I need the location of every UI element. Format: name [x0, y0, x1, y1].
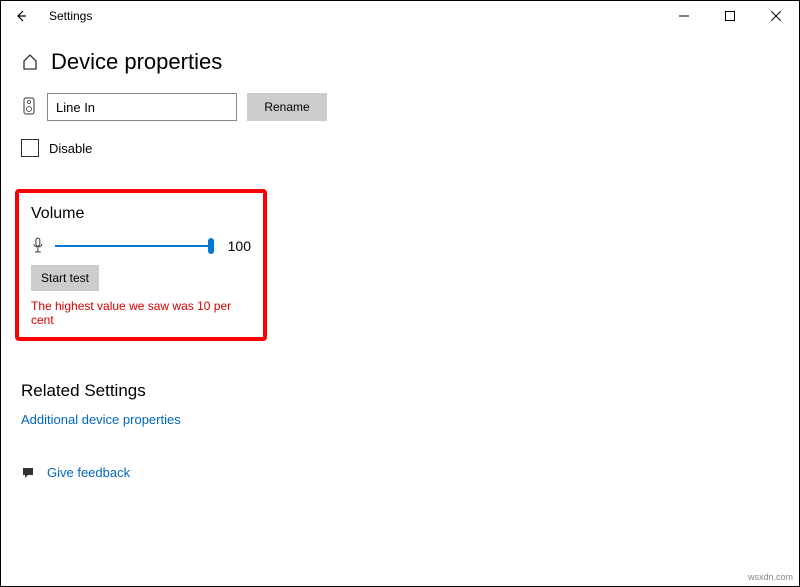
- device-icon: [21, 97, 37, 117]
- volume-section-highlighted: Volume 100 Start test The highest value …: [15, 189, 267, 341]
- titlebar: Settings: [1, 1, 799, 31]
- disable-row: Disable: [21, 139, 779, 157]
- feedback-icon: [21, 466, 35, 480]
- close-button[interactable]: [753, 1, 799, 31]
- maximize-button[interactable]: [707, 1, 753, 31]
- close-icon: [771, 11, 781, 21]
- device-name-row: Rename: [21, 93, 779, 121]
- related-settings-title: Related Settings: [21, 381, 779, 401]
- page-title: Device properties: [51, 49, 222, 75]
- minimize-icon: [679, 11, 689, 21]
- additional-properties-link[interactable]: Additional device properties: [21, 412, 181, 427]
- disable-checkbox[interactable]: [21, 139, 39, 157]
- volume-slider-thumb[interactable]: [208, 238, 214, 254]
- rename-button[interactable]: Rename: [247, 93, 327, 121]
- minimize-button[interactable]: [661, 1, 707, 31]
- home-icon[interactable]: [21, 53, 39, 71]
- watermark: wsxdn.com: [748, 572, 793, 582]
- maximize-icon: [725, 11, 735, 21]
- volume-value: 100: [228, 238, 251, 254]
- test-status-text: The highest value we saw was 10 per cent: [31, 299, 251, 327]
- back-arrow-icon: [14, 9, 28, 23]
- volume-slider-row: 100: [31, 237, 251, 255]
- feedback-row: Give feedback: [21, 465, 779, 480]
- app-title: Settings: [49, 9, 92, 23]
- device-name-input[interactable]: [47, 93, 237, 121]
- back-button[interactable]: [1, 1, 41, 31]
- volume-title: Volume: [31, 205, 251, 223]
- disable-label: Disable: [49, 141, 92, 156]
- give-feedback-link[interactable]: Give feedback: [47, 465, 130, 480]
- window-controls: [661, 1, 799, 31]
- content-area: Rename Disable Volume 100 Start test The…: [1, 85, 799, 488]
- start-test-button[interactable]: Start test: [31, 265, 99, 291]
- volume-slider[interactable]: [55, 245, 212, 247]
- page-header: Device properties: [1, 31, 799, 85]
- microphone-icon: [31, 237, 45, 255]
